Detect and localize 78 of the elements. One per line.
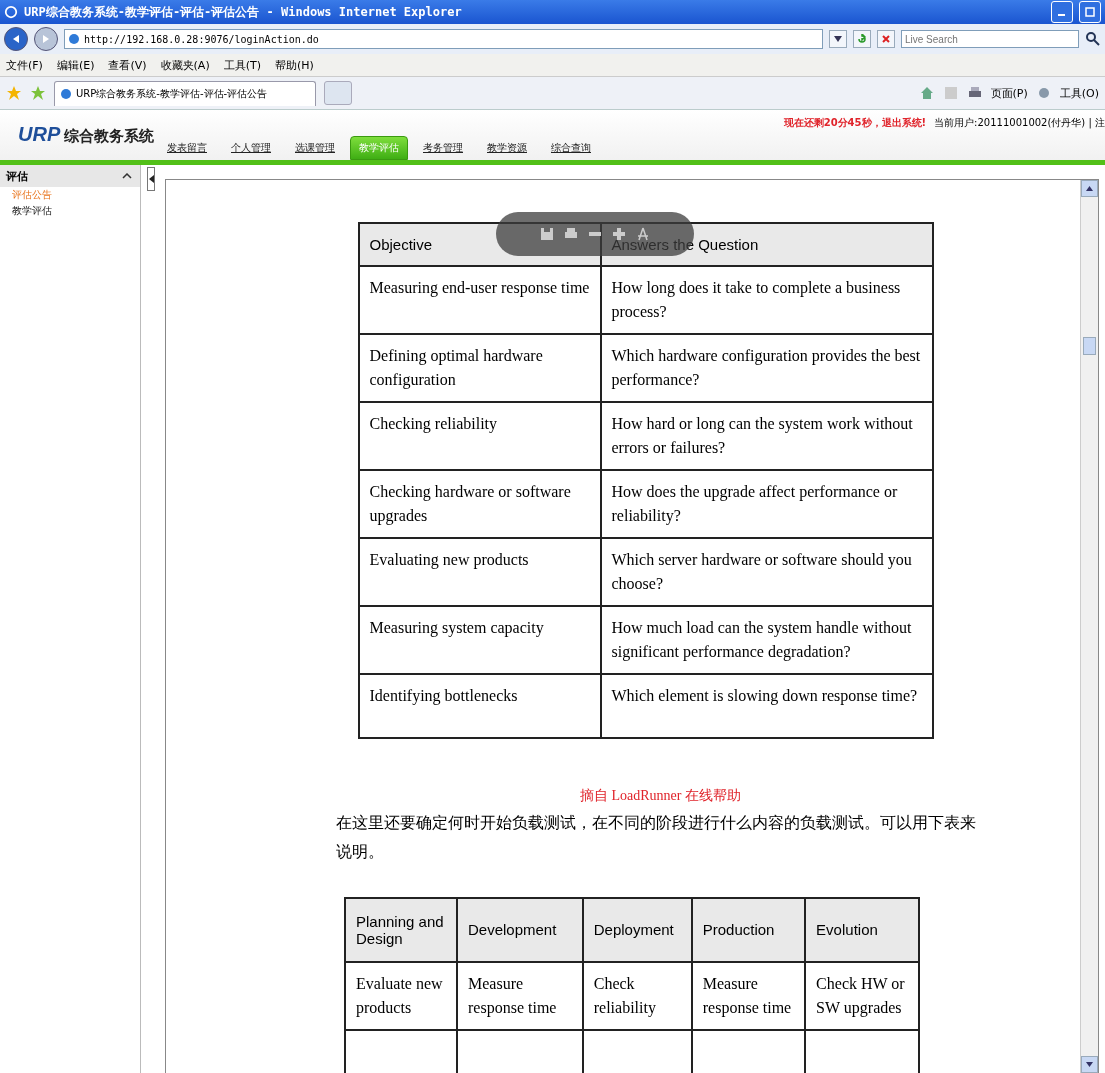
window-title: URP综合教务系统-教学评估-评估-评估公告 - Windows Internet Explorer bbox=[24, 3, 463, 21]
browser-tab[interactable]: URP综合教务系统-教学评估-评估-评估公告 bbox=[54, 80, 316, 106]
table-header: Evolution bbox=[805, 897, 919, 962]
minimize-button[interactable] bbox=[1051, 1, 1073, 23]
nav-tab[interactable]: 考务管理 bbox=[414, 136, 472, 160]
table-cell: Which element is slowing down response time? bbox=[600, 674, 933, 738]
acrobat-icon[interactable] bbox=[635, 226, 651, 242]
paragraph: 在这里还要确定何时开始负载测试，在不同的阶段进行什么内容的负载测试。可以用下表来说明。 bbox=[335, 813, 977, 862]
menu-item[interactable]: 工具(T) bbox=[223, 57, 261, 73]
star-icon[interactable] bbox=[30, 85, 46, 101]
menu-item[interactable]: 帮助(H) bbox=[275, 57, 314, 73]
arrow-up-icon[interactable] bbox=[1086, 186, 1093, 191]
address-field[interactable]: http://192.168.0.28:9076/loginAction.do bbox=[64, 29, 823, 49]
menu-item[interactable]: 查看(V) bbox=[108, 57, 147, 73]
scroll-down-button[interactable] bbox=[1081, 1056, 1098, 1073]
table-cell: How much load can the system handle without significant performance degradation? bbox=[600, 606, 933, 674]
maximize-button[interactable] bbox=[1079, 1, 1101, 23]
scroll-up-button[interactable] bbox=[1081, 180, 1098, 197]
source-caption: 摘自 LoadRunner 在线帮助 bbox=[580, 787, 741, 805]
page-icon bbox=[68, 33, 80, 45]
table-cell: How hard or long can the system work without errors or failures? bbox=[600, 402, 933, 470]
table-cell: Evaluate new products bbox=[345, 961, 457, 1030]
table-cell: Measure response time bbox=[457, 961, 583, 1030]
zoom-in-icon[interactable] bbox=[611, 226, 627, 242]
refresh-icon[interactable] bbox=[857, 34, 867, 44]
sidebar-item[interactable]: 教学评估 bbox=[0, 203, 140, 219]
nav-tab[interactable]: 综合查询 bbox=[542, 136, 600, 160]
tools-menu[interactable]: 工具(O) bbox=[1059, 85, 1099, 101]
scroll-thumb[interactable] bbox=[1083, 337, 1096, 355]
forward-button[interactable] bbox=[34, 27, 58, 51]
table-header: Planning and Design bbox=[345, 897, 457, 962]
star-icon[interactable] bbox=[6, 85, 22, 101]
table-cell: Checking reliability bbox=[358, 402, 601, 470]
table-cell: Measuring end-user response time bbox=[358, 266, 601, 334]
logo-text: 综合教务系统 bbox=[64, 127, 155, 146]
chevron-icon[interactable] bbox=[122, 173, 132, 179]
page-menu[interactable]: 页面(P) bbox=[990, 85, 1028, 101]
stop-button[interactable] bbox=[877, 30, 895, 48]
table-cell: Measure response time bbox=[691, 961, 806, 1030]
table-header: Deployment bbox=[582, 897, 692, 962]
maximize-icon[interactable] bbox=[1085, 7, 1095, 17]
menu-item[interactable]: 编辑(E) bbox=[56, 57, 95, 73]
page-icon bbox=[60, 87, 72, 100]
table-cell: Defining optimal hardware configuration bbox=[358, 334, 601, 402]
browser-icon bbox=[4, 5, 18, 19]
menu-item[interactable]: 收藏夹(A) bbox=[160, 57, 210, 73]
nav-tab[interactable]: 选课管理 bbox=[286, 136, 344, 160]
search-field[interactable]: Live Search bbox=[901, 30, 1079, 48]
table-cell: Identifying bottlenecks bbox=[358, 674, 601, 738]
menu-item[interactable]: 文件(F) bbox=[6, 57, 43, 73]
table-cell: Which server hardware or software should you choose? bbox=[600, 538, 933, 606]
table-header: Production bbox=[691, 897, 806, 962]
dropdown-button[interactable] bbox=[829, 30, 847, 48]
close-icon[interactable] bbox=[882, 35, 890, 43]
table-cell: Evaluating new products bbox=[358, 538, 601, 606]
table-cell: How does the upgrade affect performance or reliability? bbox=[600, 470, 933, 538]
arrow-left-icon[interactable] bbox=[148, 175, 154, 183]
arrow-down-icon[interactable] bbox=[1086, 1062, 1093, 1067]
sidebar-header[interactable]: 评估 bbox=[0, 165, 140, 187]
save-icon[interactable] bbox=[539, 226, 555, 242]
collapse-handle[interactable] bbox=[147, 167, 155, 191]
nav-tab[interactable]: 教学资源 bbox=[478, 136, 536, 160]
nav-tab[interactable]: 发表留言 bbox=[158, 136, 216, 160]
table-cell: Check HW or SW upgrades bbox=[805, 961, 919, 1030]
search-icon[interactable] bbox=[1085, 31, 1101, 47]
table-cell: Check reliability bbox=[582, 961, 692, 1030]
back-button[interactable] bbox=[4, 27, 28, 51]
caret-icon[interactable] bbox=[834, 36, 842, 42]
table-cell: Which hardware configuration provides the best performance? bbox=[600, 334, 933, 402]
nav-tab[interactable]: 个人管理 bbox=[222, 136, 280, 160]
table-cell: How long does it take to complete a business process? bbox=[600, 266, 933, 334]
session-countdown[interactable]: 现在还剩20分45秒，退出系统! bbox=[783, 116, 927, 130]
current-user: 当前用户:20111001002(付丹华) | 注 bbox=[934, 116, 1105, 130]
table-cell: Measuring system capacity bbox=[358, 606, 601, 674]
table-cell: Checking hardware or software upgrades bbox=[358, 470, 601, 538]
table-header: Development bbox=[457, 897, 583, 962]
refresh-button[interactable] bbox=[853, 30, 871, 48]
logo-mark: URP bbox=[18, 123, 61, 146]
